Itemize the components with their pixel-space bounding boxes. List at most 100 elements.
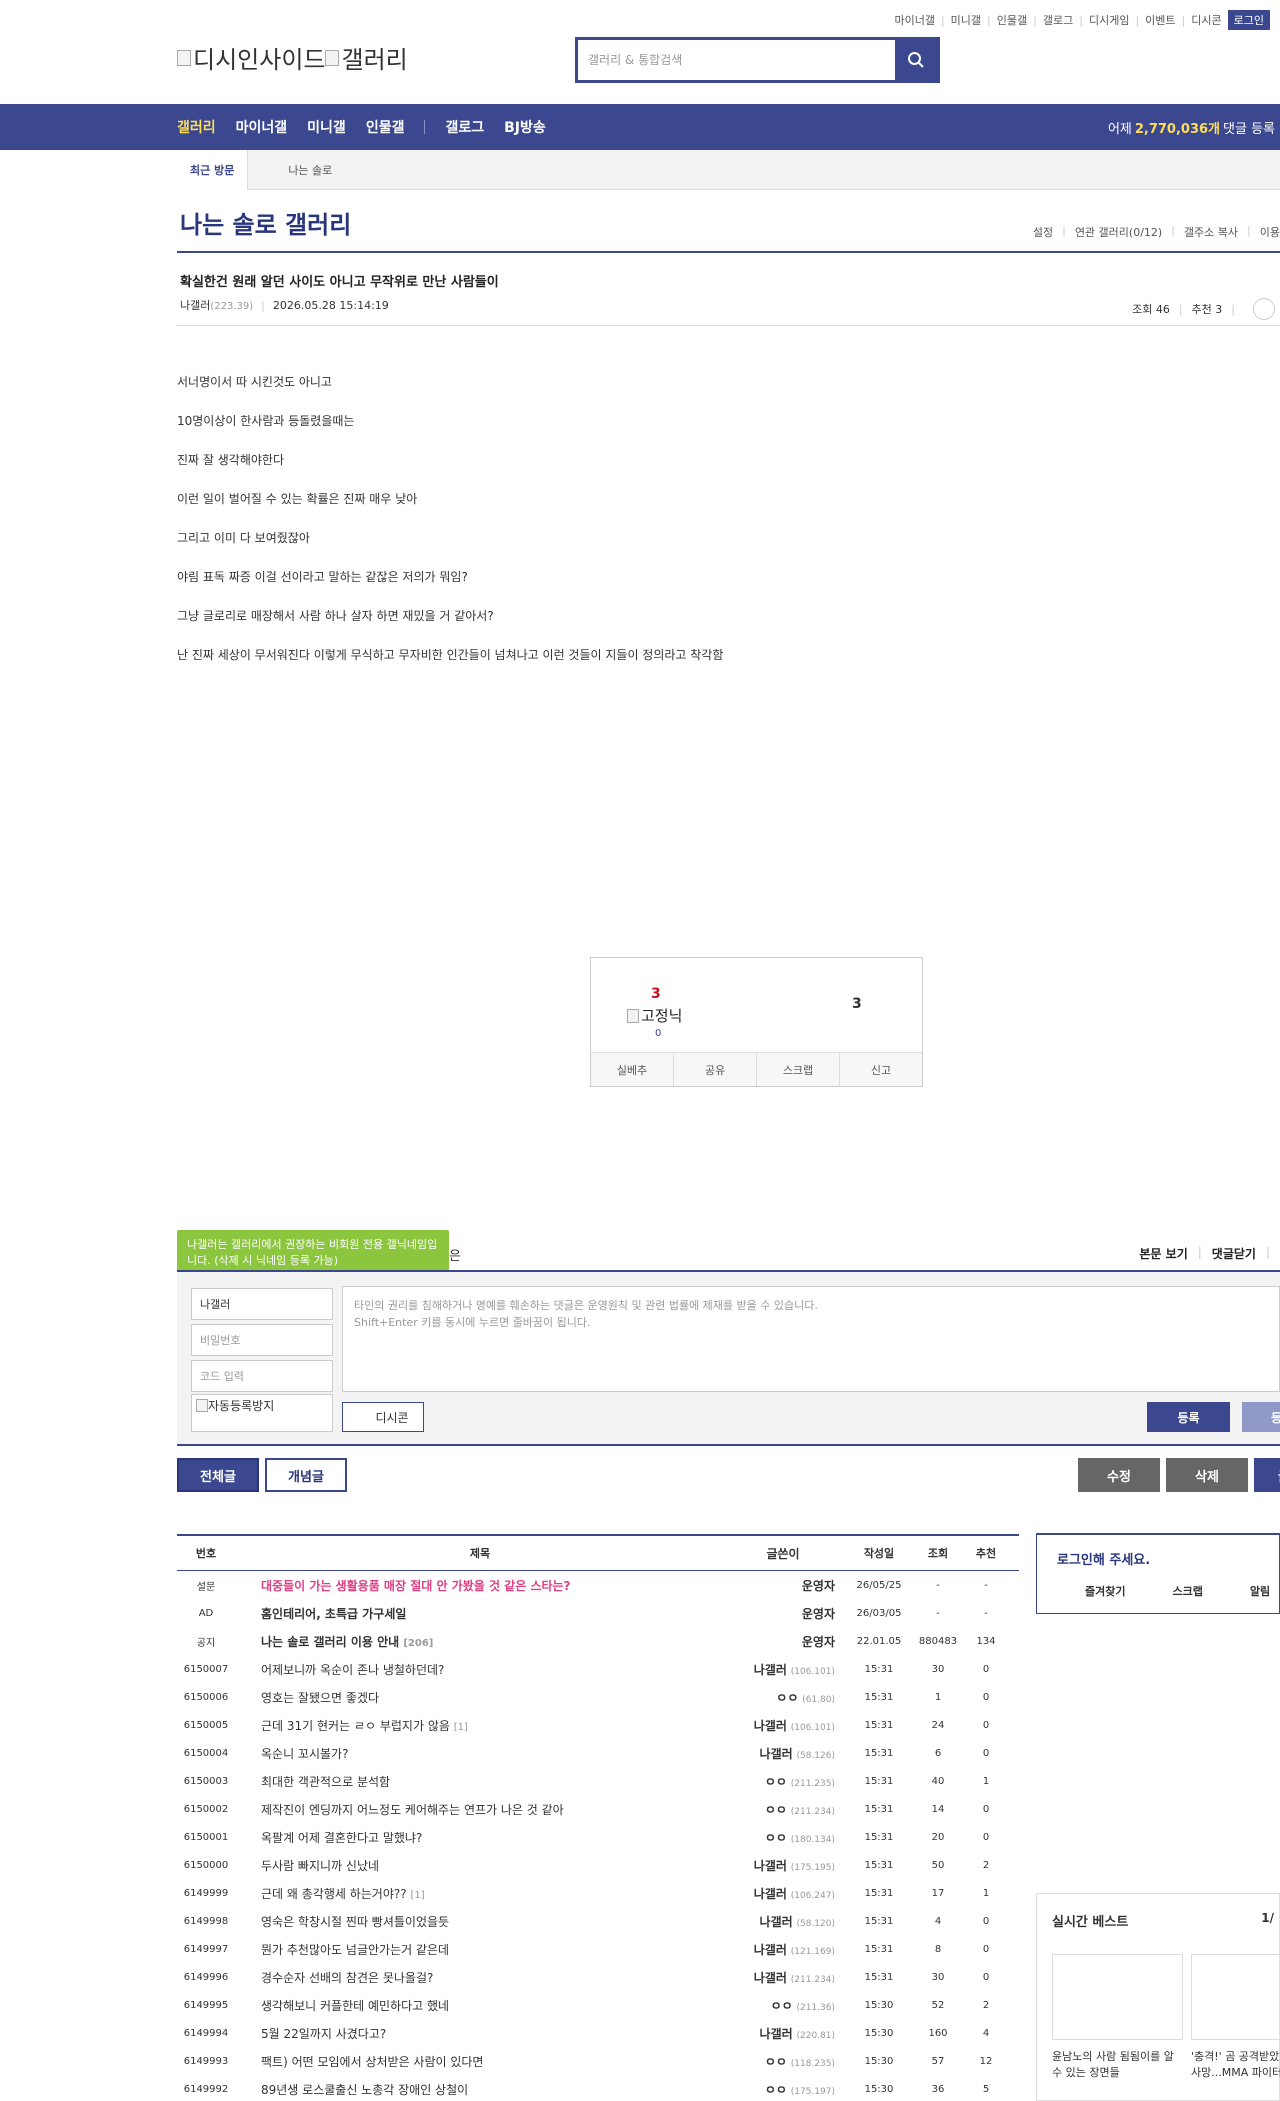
row-title[interactable]: 옥순니 꼬시볼가? xyxy=(235,1745,725,1762)
comment-password-field[interactable]: 비밀번호 xyxy=(191,1324,333,1356)
row-writer-name[interactable]: 나갤러 xyxy=(754,1887,787,1901)
comment-submit-button[interactable]: 등록 xyxy=(1147,1402,1230,1432)
row-title[interactable]: 생각해보니 커플한테 예민하다고 했네 xyxy=(235,1997,725,2014)
table-row[interactable]: 6149992 89년생 로스쿨출신 노총각 장애인 상철이 ㅇㅇ (175.197… xyxy=(177,2075,1019,2101)
table-row[interactable]: 6149997 뭔가 추천많아도 넘글안가는거 같은데 나갤러 (121.169) 1… xyxy=(177,1935,1019,1963)
row-writer-name[interactable]: ㅇㅇ xyxy=(771,1999,793,2013)
row-title[interactable]: 나는 솔로 갤러리 이용 안내 [206] xyxy=(235,1633,725,1650)
row-writer[interactable]: 나갤러 (121.169) xyxy=(725,1941,841,1958)
row-writer[interactable]: ㅇㅇ (211.235) xyxy=(725,1773,841,1790)
row-writer-name[interactable]: 나갤러 xyxy=(754,1663,787,1677)
row-title[interactable]: 제작진이 엔딩까지 어느정도 케어해주는 연프가 나은 것 같아 xyxy=(235,1801,725,1818)
row-writer[interactable]: 나갤러 (106.101) xyxy=(725,1661,841,1678)
row-title[interactable]: 5월 22일까지 사겼다고? xyxy=(235,2025,725,2042)
util-link-person[interactable]: 인물갤 xyxy=(997,12,1027,28)
row-writer-name[interactable]: 운영자 xyxy=(802,1579,835,1593)
nav-mini-gallery[interactable]: 미니갤 xyxy=(307,117,346,137)
util-link-dccon[interactable]: 디시콘 xyxy=(1191,12,1221,28)
logo-image-gallery[interactable]: 갤러리 xyxy=(325,40,408,75)
row-writer[interactable]: ㅇㅇ (211.36) xyxy=(725,1997,841,2014)
report-button[interactable]: 신고 xyxy=(840,1053,922,1086)
table-row[interactable]: 6149996 경수순자 선배의 참견은 못나올걸? 나갤러 (211.234) 15… xyxy=(177,1963,1019,1991)
nav-minor-gallery[interactable]: 마이너갤 xyxy=(236,117,288,137)
copy-gallery-address[interactable]: 갤주소 복사 xyxy=(1184,224,1238,240)
scrap-button[interactable]: 스크랩 xyxy=(757,1053,840,1086)
row-writer-name[interactable]: 나갤러 xyxy=(760,2027,793,2041)
row-title-text[interactable]: 홈인테리어, 초특급 가구세일 xyxy=(261,1607,406,1621)
realtime-best-page[interactable]: 1/ xyxy=(1261,1911,1274,1925)
row-writer-name[interactable]: 운영자 xyxy=(802,1607,835,1621)
real-best-button[interactable]: 실베추 xyxy=(591,1053,674,1086)
recent-visit-item[interactable]: 나는 솔로 xyxy=(288,162,332,178)
all-posts-button[interactable]: 전체글 xyxy=(177,1458,259,1492)
row-title[interactable]: 영숙은 학창시절 찐따 빵셔틀이었을듯 xyxy=(235,1913,725,1930)
row-comment-count[interactable]: [1] xyxy=(454,1722,468,1733)
table-row[interactable]: 6149995 생각해보니 커플한테 예민하다고 했네 ㅇㅇ (211.36) 15:… xyxy=(177,1991,1019,2019)
row-title[interactable]: 팩트) 어떤 모임에서 상처받은 사람이 있다면 xyxy=(235,2053,725,2070)
dccon-button[interactable]: 디시콘 xyxy=(342,1402,424,1432)
row-writer[interactable]: ㅇㅇ (180.134) xyxy=(725,1829,841,1846)
table-row[interactable]: 6150000 두사람 빠지니까 신났네 나갤러 (175.195) 15:31 50 2 xyxy=(177,1851,1019,1879)
table-row[interactable]: 6149994 5월 22일까지 사겼다고? 나갤러 (220.81) 15:30 16… xyxy=(177,2019,1019,2047)
post-author[interactable]: 나갤러 xyxy=(180,299,210,312)
util-link-event[interactable]: 이벤트 xyxy=(1145,12,1175,28)
gallery-usage[interactable]: 이용 xyxy=(1260,224,1280,240)
alarm-tab[interactable]: 알림 xyxy=(1250,1583,1270,1599)
row-writer-name[interactable]: 나갤러 xyxy=(754,1971,787,1985)
row-title-text[interactable]: 89년생 로스쿨출신 노총각 장애인 상철이 xyxy=(261,2083,468,2097)
row-title[interactable]: 옥팔계 어제 결혼한다고 말했냐? xyxy=(235,1829,725,1846)
row-writer[interactable]: 나갤러 (58.126) xyxy=(725,1745,841,1762)
logo-image-dcinside[interactable]: 디시인사이드 xyxy=(177,40,325,75)
row-writer[interactable]: ㅇㅇ (118.235) xyxy=(725,2053,841,2070)
row-title[interactable]: 최대한 객관적으로 분석함 xyxy=(235,1773,725,1790)
row-title-text[interactable]: 어제보니까 옥순이 존나 냉철하던데? xyxy=(261,1663,444,1677)
edit-button[interactable]: 수정 xyxy=(1078,1458,1160,1492)
row-writer-name[interactable]: ㅇㅇ xyxy=(765,2083,787,2097)
nav-gallog[interactable]: 갤로그 xyxy=(445,117,484,137)
row-title[interactable]: 대중들이 가는 생활용품 매장 절대 안 가봤을 것 같은 스타는? xyxy=(235,1577,725,1594)
row-writer-name[interactable]: 운영자 xyxy=(802,1635,835,1649)
table-row[interactable]: 6150006 영호는 잘됐으면 좋겠다 ㅇㅇ (61.80) 15:31 1 0 xyxy=(177,1683,1019,1711)
nav-gallery[interactable]: 갤러리 xyxy=(177,117,216,137)
row-title-text[interactable]: 생각해보니 커플한테 예민하다고 했네 xyxy=(261,1999,449,2013)
row-title-text[interactable]: 최대한 객관적으로 분석함 xyxy=(261,1775,390,1789)
write-button[interactable]: 글 xyxy=(1254,1458,1280,1492)
row-writer[interactable]: 나갤러 (175.195) xyxy=(725,1857,841,1874)
gallery-title[interactable]: 나는 솔로 갤러리 xyxy=(180,205,351,240)
row-writer-name[interactable]: ㅇㅇ xyxy=(765,2055,787,2069)
util-link-mini[interactable]: 미니갤 xyxy=(951,12,981,28)
table-row[interactable]: 6150007 어제보니까 옥순이 존나 냉철하던데? 나갤러 (106.101) 1… xyxy=(177,1655,1019,1683)
util-link-gallog[interactable]: 갤로그 xyxy=(1043,12,1073,28)
row-comment-count[interactable]: [1] xyxy=(410,1890,424,1901)
row-writer-name[interactable]: 나갤러 xyxy=(754,1859,787,1873)
search-input[interactable] xyxy=(578,40,895,80)
row-title-text[interactable]: 근데 31기 현커는 ㄹㅇ 부럽지가 않음 xyxy=(261,1719,450,1733)
row-writer[interactable]: 나갤러 (211.234) xyxy=(725,1969,841,1986)
delete-button[interactable]: 삭제 xyxy=(1166,1458,1248,1492)
row-writer-name[interactable]: ㅇㅇ xyxy=(776,1691,798,1705)
table-row[interactable]: 6150002 제작진이 엔딩까지 어느정도 케어해주는 연프가 나은 것 같아 ㅇ… xyxy=(177,1795,1019,1823)
row-title-text[interactable]: 나는 솔로 갤러리 이용 안내 xyxy=(261,1635,399,1649)
row-writer[interactable]: 운영자 xyxy=(725,1577,841,1594)
comment-name-field[interactable]: 나갤러 xyxy=(191,1288,333,1320)
table-row[interactable]: 6150003 최대한 객관적으로 분석함 ㅇㅇ (211.235) 15:31 40 1 xyxy=(177,1767,1019,1795)
post-more-button[interactable] xyxy=(1253,298,1275,320)
row-writer-name[interactable]: 나갤러 xyxy=(754,1719,787,1733)
close-comments-button[interactable]: 댓글닫기 xyxy=(1212,1245,1256,1262)
row-title[interactable]: 89년생 로스쿨출신 노총각 장애인 상철이 xyxy=(235,2081,725,2098)
comment-textarea[interactable]: 타인의 권리를 침해하거나 명예를 훼손하는 댓글은 운영원칙 및 관련 법률에… xyxy=(342,1286,1280,1392)
nav-person-gallery[interactable]: 인물갤 xyxy=(366,117,405,137)
row-writer[interactable]: 운영자 xyxy=(725,1605,841,1622)
row-title[interactable]: 근데 왜 총각행세 하는거야?? [1] xyxy=(235,1885,725,1902)
table-row[interactable]: 6150001 옥팔계 어제 결혼한다고 말했냐? ㅇㅇ (180.134) 15:3… xyxy=(177,1823,1019,1851)
row-title[interactable]: 근데 31기 현커는 ㄹㅇ 부럽지가 않음 [1] xyxy=(235,1717,725,1734)
row-writer[interactable]: 운영자 xyxy=(725,1633,841,1650)
table-row[interactable]: 6150005 근데 31기 현커는 ㄹㅇ 부럽지가 않음 [1] 나갤러 (106… xyxy=(177,1711,1019,1739)
row-writer-name[interactable]: 나갤러 xyxy=(754,1943,787,1957)
row-title-text[interactable]: 대중들이 가는 생활용품 매장 절대 안 가봤을 것 같은 스타는? xyxy=(261,1579,571,1593)
row-title-text[interactable]: 경수순자 선배의 참견은 못나올걸? xyxy=(261,1971,433,1985)
row-title-text[interactable]: 5월 22일까지 사겼다고? xyxy=(261,2027,386,2041)
row-title-text[interactable]: 옥팔계 어제 결혼한다고 말했냐? xyxy=(261,1831,422,1845)
scrap-tab[interactable]: 스크랩 xyxy=(1172,1583,1202,1599)
row-title-text[interactable]: 제작진이 엔딩까지 어느정도 케어해주는 연프가 나은 것 같아 xyxy=(261,1803,564,1817)
